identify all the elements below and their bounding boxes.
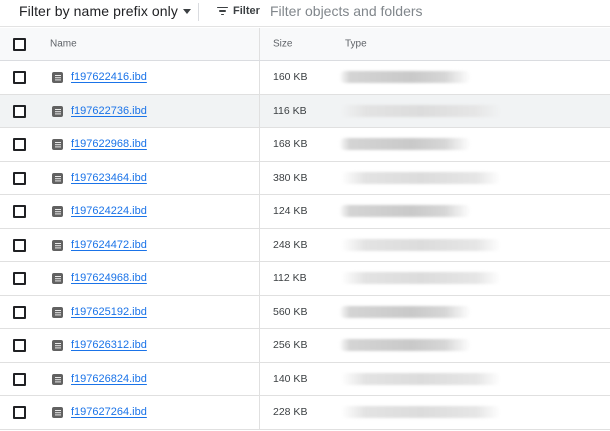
file-size: 560 KB [273, 305, 308, 318]
redacted-type-value [341, 272, 501, 285]
column-header-type[interactable]: Type [345, 39, 367, 50]
column-divider [259, 228, 260, 261]
file-name-link[interactable]: f197622416.ibd [71, 71, 147, 83]
redacted-type-value [339, 138, 471, 151]
file-size: 256 KB [273, 339, 308, 352]
row-checkbox[interactable] [13, 104, 26, 118]
column-header-name[interactable]: Name [50, 39, 77, 50]
file-icon [52, 72, 63, 84]
file-size: 228 KB [273, 406, 308, 419]
filter-icon [216, 6, 228, 16]
column-divider [259, 61, 260, 94]
row-checkbox[interactable] [13, 406, 26, 420]
column-divider [259, 362, 260, 395]
redacted-type-value [339, 305, 471, 318]
table-row[interactable]: f197623464.ibd 380 KB [0, 161, 610, 195]
row-checkbox[interactable] [13, 138, 26, 152]
row-checkbox[interactable] [13, 171, 26, 185]
table-row[interactable]: f197624968.ibd 112 KB [0, 262, 610, 296]
row-checkbox[interactable] [13, 205, 26, 219]
file-size: 160 KB [273, 71, 308, 84]
file-icon [52, 206, 63, 218]
row-checkbox[interactable] [13, 372, 26, 386]
file-size: 140 KB [273, 372, 308, 385]
file-size: 168 KB [273, 138, 308, 151]
redacted-type-value [339, 71, 471, 84]
file-name-link[interactable]: f197626312.ibd [71, 339, 147, 351]
row-checkbox[interactable] [13, 305, 26, 319]
select-all-checkbox[interactable] [13, 38, 26, 51]
row-checkbox[interactable] [13, 339, 26, 353]
column-divider [259, 295, 260, 328]
filter-label: Filter [233, 5, 260, 17]
column-divider [259, 396, 260, 429]
table-row[interactable]: f197626312.ibd 256 KB [0, 329, 610, 363]
file-size: 116 KB [273, 104, 307, 117]
column-divider [259, 195, 260, 228]
table-row[interactable]: f197622416.ibd 160 KB [0, 61, 610, 95]
object-toolbar: Filter by name prefix only Filter [0, 0, 610, 27]
prefix-filter-label: Filter by name prefix only [19, 3, 178, 19]
filter-button[interactable]: Filter [216, 2, 260, 20]
table-row[interactable]: f197625192.ibd 560 KB [0, 295, 610, 329]
row-checkbox[interactable] [13, 71, 26, 85]
file-icon [52, 306, 63, 318]
row-checkbox[interactable] [13, 272, 26, 286]
prefix-filter-dropdown[interactable]: Filter by name prefix only [19, 1, 191, 21]
column-divider [259, 161, 260, 194]
file-name-link[interactable]: f197622968.ibd [71, 138, 147, 150]
redacted-type-value [341, 104, 501, 117]
filter-input[interactable] [270, 1, 600, 21]
file-name-link[interactable]: f197622736.ibd [71, 105, 147, 117]
table-row[interactable]: f197624472.ibd 248 KB [0, 228, 610, 262]
column-divider [259, 329, 260, 362]
objects-table: Name Size Type f197622416.ibd 160 KB f1976… [0, 28, 610, 430]
table-header-row: Name Size Type [0, 28, 610, 61]
chevron-down-icon [183, 9, 191, 14]
file-name-link[interactable]: f197625192.ibd [71, 306, 147, 318]
file-icon [52, 273, 63, 285]
redacted-type-value [341, 171, 501, 184]
file-size: 112 KB [273, 272, 307, 285]
table-row[interactable]: f197627264.ibd 228 KB [0, 396, 610, 430]
file-size: 124 KB [273, 205, 308, 218]
row-checkbox[interactable] [13, 238, 26, 252]
file-name-link[interactable]: f197624224.ibd [71, 205, 147, 217]
file-name-link[interactable]: f197624968.ibd [71, 272, 147, 284]
redacted-type-value [341, 372, 501, 385]
column-header-size[interactable]: Size [273, 39, 292, 50]
table-row[interactable]: f197626824.ibd 140 KB [0, 362, 610, 396]
redacted-type-value [341, 238, 501, 251]
file-icon [52, 340, 63, 352]
redacted-type-value [341, 406, 501, 419]
table-row[interactable]: f197622736.ibd 116 KB [0, 94, 610, 128]
table-row[interactable]: f197624224.ibd 124 KB [0, 195, 610, 229]
file-icon [52, 373, 63, 385]
file-icon [52, 407, 63, 419]
redacted-type-value [339, 205, 471, 218]
file-size: 380 KB [273, 171, 308, 184]
column-divider [259, 262, 260, 295]
file-size: 248 KB [273, 238, 308, 251]
file-name-link[interactable]: f197623464.ibd [71, 172, 147, 184]
file-icon [52, 239, 63, 251]
file-name-link[interactable]: f197626824.ibd [71, 373, 147, 385]
redacted-type-value [339, 339, 471, 352]
column-divider [259, 94, 260, 127]
file-icon [52, 139, 63, 151]
file-icon [52, 105, 63, 117]
file-icon [52, 172, 63, 184]
toolbar-divider [198, 3, 199, 21]
file-name-link[interactable]: f197627264.ibd [71, 406, 147, 418]
file-name-link[interactable]: f197624472.ibd [71, 239, 147, 251]
column-divider [259, 128, 260, 161]
column-divider [259, 28, 260, 60]
table-row[interactable]: f197622968.ibd 168 KB [0, 128, 610, 162]
